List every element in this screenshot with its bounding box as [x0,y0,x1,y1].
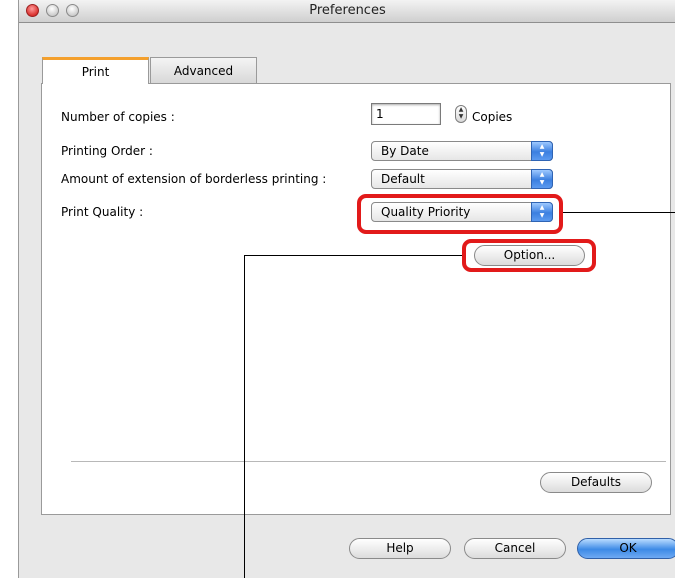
option-callout-line [244,255,462,256]
defaults-button[interactable]: Defaults [540,472,652,493]
popup-arrows-icon: ▲ ▼ [531,169,553,189]
quality-callout-line [563,212,675,213]
option-button-highlight [462,239,596,272]
copies-unit-label: Copies [472,110,513,124]
printing-order-label: Printing Order : [61,144,153,158]
window-title: Preferences [309,3,386,18]
print-quality-highlight [357,194,563,234]
title-bar[interactable]: Preferences [19,0,675,23]
option-callout-line-vertical [244,255,245,578]
printing-order-select[interactable]: By Date ▲ ▼ [371,141,553,161]
extension-value: Default [381,172,425,186]
print-quality-label: Print Quality : [61,205,144,219]
popup-arrows-icon: ▲ ▼ [531,141,553,161]
cancel-button[interactable]: Cancel [464,538,566,559]
copies-field[interactable]: 1 [371,103,441,125]
ok-button[interactable]: OK [577,538,675,559]
tab-advanced[interactable]: Advanced [150,57,257,84]
divider [71,461,666,462]
tab-print[interactable]: Print [42,57,149,84]
copies-stepper[interactable]: ▲ ▼ [455,105,467,123]
extension-label: Amount of extension of borderless printi… [61,172,327,186]
preferences-window: Preferences Print Advanced Number of cop… [18,0,675,578]
copies-label: Number of copies : [61,110,175,124]
printing-order-value: By Date [381,144,429,158]
help-button[interactable]: Help [349,538,451,559]
extension-select[interactable]: Default ▲ ▼ [371,169,553,189]
